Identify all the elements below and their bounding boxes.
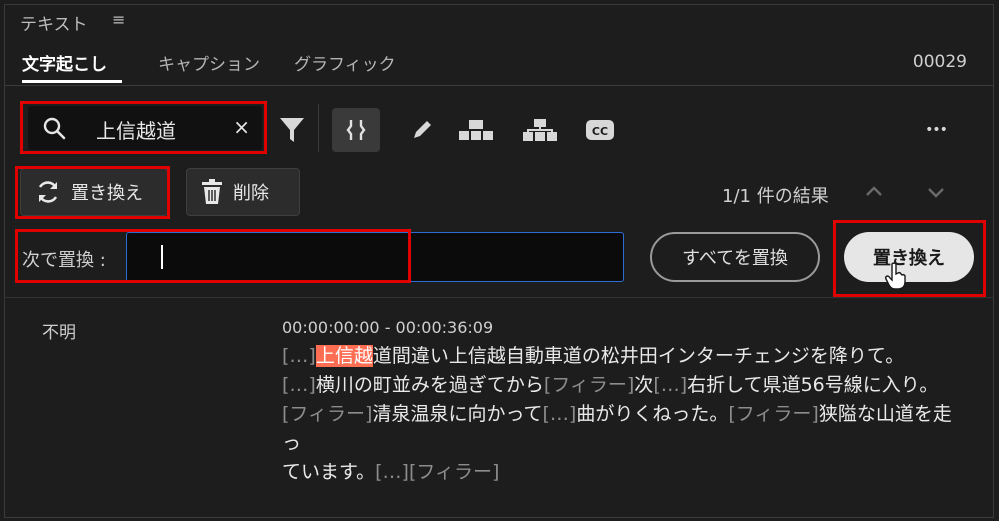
replace-mode-label: 置き換え (71, 183, 143, 204)
delete-label: 削除 (233, 183, 269, 204)
tab-divider (4, 85, 994, 86)
delete-button[interactable]: 削除 (186, 168, 300, 216)
transcript-words: 横川の町並みを過ぎてから (315, 374, 544, 396)
transcript-line: […]横川の町並みを過ぎてから[フィラー]次[…]右折して県道56号線に入り。 (282, 371, 962, 400)
more-icon[interactable]: ••• (916, 108, 956, 152)
section-divider (4, 297, 994, 298)
toolbar-divider (318, 104, 319, 152)
item-counter: 00029 (912, 52, 967, 72)
refresh-icon (35, 179, 61, 205)
transcript-words: 次 (634, 374, 654, 396)
filter-icon[interactable] (272, 108, 312, 152)
speaker-split-icon[interactable] (520, 108, 560, 152)
cc-label: CC (592, 125, 608, 138)
transcript-words: 道間違い上信越自動車道の松井田インターチェンジを降りて。 (372, 345, 905, 367)
filler-token: […] (375, 461, 409, 483)
replace-button[interactable]: 置き換え (844, 232, 974, 282)
transcript-words: 曲がりくねった。 (576, 403, 729, 425)
filler-token: [フィラー] (282, 403, 373, 425)
search-input[interactable]: 上信越道 (96, 115, 176, 144)
tab-transcript[interactable]: 文字起こし (22, 50, 107, 75)
panel-menu-icon[interactable]: ≡ (112, 10, 125, 29)
replace-mode-button[interactable]: 置き換え (20, 168, 168, 216)
transcript-line: […]上信越道間違い上信越自動車道の松井田インターチェンジを降りて。 (282, 342, 962, 371)
search-highlight[interactable]: 上信越 (315, 345, 373, 367)
filler-token: [フィラー] (543, 374, 635, 396)
replace-with-label: 次で置換 : (22, 250, 106, 271)
text-caret (161, 245, 163, 269)
hand-cursor-icon (884, 262, 908, 294)
speaker-label[interactable]: 不明 (42, 318, 76, 343)
filler-token: [フィラー] (408, 461, 500, 483)
filler-token: […] (653, 374, 688, 396)
search-results-count: 1/1 件の結果 (722, 186, 829, 207)
filler-token: […] (282, 374, 316, 396)
search-icon (42, 116, 66, 140)
segment-timecode: 00:00:00:00 - 00:00:36:09 (282, 318, 494, 337)
replace-with-input[interactable] (126, 232, 624, 282)
filler-token: […] (542, 403, 577, 425)
active-tab-indicator (22, 80, 122, 83)
chevron-down-icon[interactable] (926, 180, 946, 204)
transcript-line: [フィラー]清泉温泉に向かって[…]曲がりくねった。[フィラー]狭隘な山道を走っ (282, 400, 962, 458)
tab-graphics[interactable]: グラフィック (294, 50, 396, 75)
replace-all-button[interactable]: すべてを置換 (650, 232, 820, 282)
filler-token: […] (282, 345, 316, 367)
transcript-text[interactable]: […]上信越道間違い上信越自動車道の松井田インターチェンジを降りて。 […]横川… (282, 342, 962, 487)
trash-icon (201, 179, 223, 205)
transcript-words: 清泉温泉に向かって (372, 403, 543, 425)
transcript-words: 右折して県道56号線に入り。 (687, 374, 939, 396)
panel-title: テキスト (20, 15, 88, 35)
transcript-line: ています。[…][フィラー] (282, 458, 962, 487)
cc-caption-icon[interactable]: CC (580, 108, 620, 152)
search-field[interactable]: 上信越道 × (28, 106, 262, 150)
chevron-up-icon[interactable] (864, 180, 884, 204)
speaker-merge-icon[interactable] (456, 108, 496, 152)
split-segment-icon[interactable] (332, 108, 380, 152)
pencil-icon[interactable] (402, 108, 442, 152)
tab-captions[interactable]: キャプション (158, 50, 260, 75)
transcript-words: ています。 (282, 461, 376, 483)
filler-token: [フィラー] (728, 403, 819, 425)
clear-search-icon[interactable]: × (233, 115, 250, 139)
